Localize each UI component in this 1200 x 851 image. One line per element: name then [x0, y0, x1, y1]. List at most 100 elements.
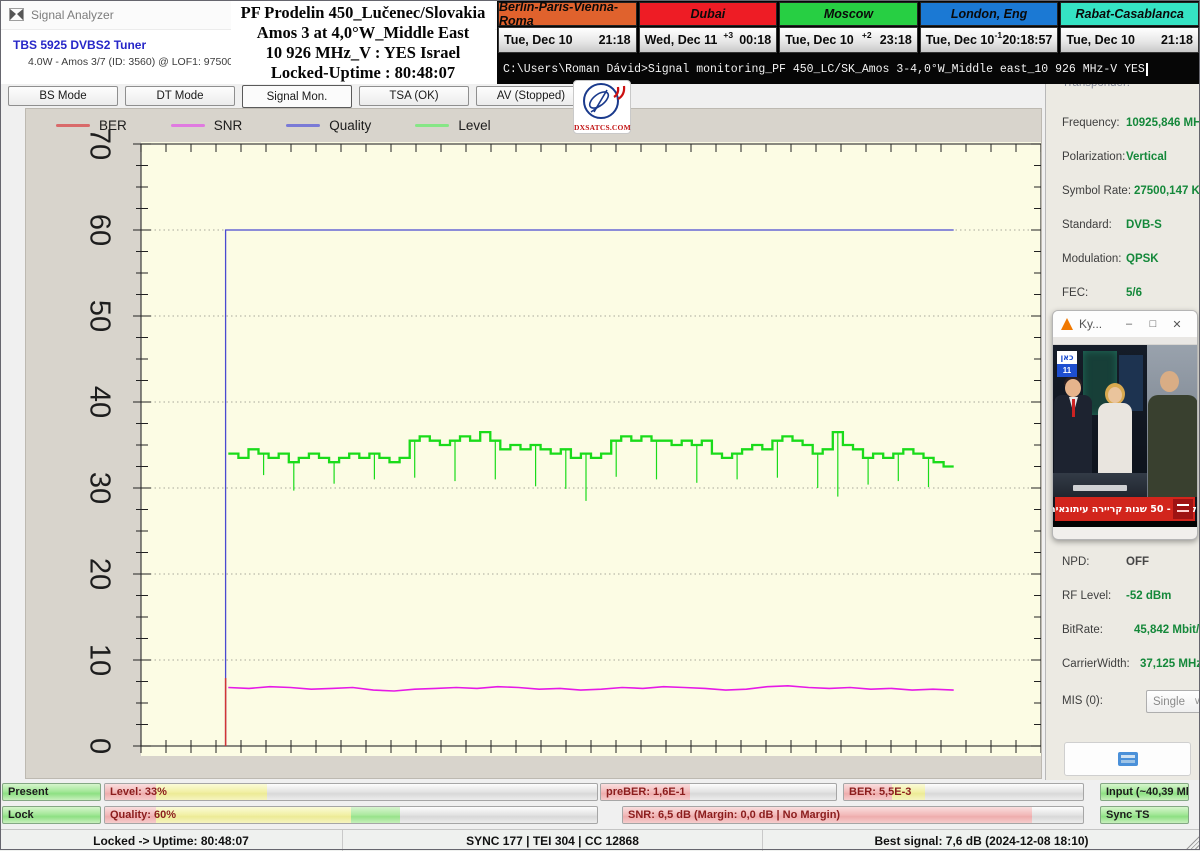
clock-city-label: Berlin-Paris-Vienna-Roma	[498, 2, 637, 26]
ber-line-swatch	[56, 124, 90, 127]
vlc-player-window: Ky... – □ ✕ כאן 11 שלום קישל - 50 שנות ק…	[1052, 310, 1198, 540]
statusbar-uptime: Locked -> Uptime: 80:48:07	[0, 830, 343, 851]
panel-tool-button[interactable]	[1064, 742, 1191, 776]
clock-terminal-bar: Berlin-Paris-Vienna-Roma Tue, Dec 10 21:1…	[497, 0, 1200, 84]
header-line-4: Locked-Uptime : 80:48:07	[231, 63, 495, 83]
fec-label: FEC:	[1062, 287, 1088, 299]
mis-dropdown[interactable]: Single ∨	[1146, 690, 1200, 713]
vlc-title: Ky...	[1079, 317, 1117, 331]
tab-dt-mode[interactable]: DT Mode	[125, 86, 235, 106]
svg-text:20: 20	[83, 558, 115, 590]
channel-logo: כאן	[1057, 351, 1077, 364]
clock-berlin: Berlin-Paris-Vienna-Roma Tue, Dec 10 21:1…	[498, 2, 639, 54]
clock-city-label: Moscow	[779, 2, 918, 26]
caption-strip	[1073, 485, 1127, 491]
meter-label: SNR: 6,5 dB (Margin: 0,0 dB | No Margin)	[628, 809, 840, 821]
vlc-toolbar-gap	[1053, 337, 1197, 345]
svg-text:0: 0	[83, 738, 115, 754]
bitrate-value: 45,842 Mbit/s	[1134, 624, 1200, 636]
tab-tsa[interactable]: TSA (OK)	[359, 86, 469, 106]
signal-chart-panel: BER SNR Quality Level 010203040506070	[25, 108, 1042, 779]
npd-value: OFF	[1126, 556, 1149, 568]
symbolrate-value: 27500,147 KS/s	[1134, 185, 1200, 197]
standard-value: DVB-S	[1126, 219, 1162, 231]
clock-moscow: Moscow Tue, Dec 10+223:18	[779, 2, 920, 54]
clock-city-label: Rabat-Casablanca	[1060, 2, 1199, 26]
vlc-video-area[interactable]: כאן 11 שלום קישל - 50 שנות קריירה עיתונא…	[1053, 345, 1197, 527]
clock-time: 23:18	[880, 33, 912, 47]
modulation-value: QPSK	[1126, 253, 1159, 265]
bitrate-label: BitRate:	[1062, 624, 1103, 636]
news-ticker-banner: שלום קישל - 50 שנות קריירה עיתונאית	[1055, 497, 1195, 521]
freq-label: Frequency:	[1062, 117, 1120, 129]
terminal-text: C:\Users\Roman Dávid>Signal monitoring_P…	[503, 63, 1145, 76]
clock-date: Tue, Dec 10	[504, 33, 573, 47]
clock-rabat: Rabat-Casablanca Tue, Dec 10 21:18	[1060, 2, 1199, 54]
meter-label: Input (~40,39 Mbps)	[1106, 786, 1189, 798]
news-logo-badge	[1173, 499, 1193, 519]
tab-signal-mon[interactable]: Signal Mon.	[242, 85, 352, 108]
tab-av[interactable]: AV (Stopped)	[476, 86, 586, 106]
vlc-titlebar[interactable]: Ky... – □ ✕	[1053, 311, 1197, 337]
header-line-2: Amos 3 at 4,0°W_Middle East	[231, 23, 495, 43]
clock-date: Wed, Dec 11	[645, 33, 718, 47]
mis-selected-value: Single	[1153, 696, 1185, 708]
fec-value: 5/6	[1126, 287, 1142, 299]
symbolrate-label: Symbol Rate:	[1062, 185, 1131, 197]
meter-preber: preBER: 1,6E-1	[600, 783, 837, 801]
meter-snr: SNR: 6,5 dB (Margin: 0,0 dB | No Margin)	[622, 806, 1084, 824]
meter-syncts: Sync TS	[1100, 806, 1189, 824]
meter-quality: Quality: 60%	[104, 806, 598, 824]
app-title: Signal Analyzer	[31, 8, 114, 22]
freq-value: 10925,846 MHz	[1126, 117, 1200, 129]
guest-scene	[1147, 345, 1197, 497]
meter-present: Present	[2, 783, 101, 801]
standard-label: Standard:	[1062, 219, 1112, 231]
svg-text:60: 60	[83, 214, 115, 246]
app-icon	[9, 8, 24, 21]
meter-label: Quality: 60%	[110, 809, 176, 821]
quality-line-swatch	[286, 124, 320, 127]
minimize-button[interactable]: –	[1117, 318, 1141, 330]
clock-dubai: Dubai Wed, Dec 11+300:18	[639, 2, 780, 54]
svg-text:40: 40	[83, 386, 115, 418]
chart-legend: BER SNR Quality Level	[56, 116, 535, 134]
rflevel-label: RF Level:	[1062, 590, 1111, 602]
snr-line-swatch	[171, 124, 205, 127]
clock-utc-offset: +2	[862, 30, 872, 40]
polarization-value: Vertical	[1126, 151, 1167, 163]
mode-tabbar: BS Mode DT Mode Signal Mon. TSA (OK) AV …	[0, 84, 1045, 108]
close-button[interactable]: ✕	[1165, 318, 1189, 331]
clock-time: 00:18	[739, 33, 771, 47]
tab-bs-mode[interactable]: BS Mode	[8, 86, 118, 106]
meter-label: BER: 5,5E-3	[849, 786, 911, 798]
clock-utc-offset: +3	[723, 30, 733, 40]
clock-date: Tue, Dec 10	[1066, 33, 1135, 47]
meter-label: Sync TS	[1106, 809, 1149, 821]
meter-level: Level: 33%	[104, 783, 598, 801]
legend-item-quality: Quality	[286, 118, 371, 133]
clock-city-label: London, Eng	[920, 2, 1059, 26]
signal-chart: 010203040506070	[26, 109, 1041, 778]
monitor-icon	[1118, 752, 1138, 766]
terminal-cursor	[1146, 63, 1148, 76]
channel-logo-number: 11	[1057, 364, 1077, 377]
svg-text:10: 10	[83, 644, 115, 676]
meter-ber: BER: 5,5E-3	[843, 783, 1084, 801]
world-clocks: Berlin-Paris-Vienna-Roma Tue, Dec 10 21:1…	[498, 2, 1199, 54]
header-line-3: 10 926 MHz_V : YES Israel	[231, 43, 495, 63]
meter-label: preBER: 1,6E-1	[606, 786, 685, 798]
maximize-button[interactable]: □	[1141, 318, 1165, 330]
dxsatcs-logo: DXSATCS.COM	[573, 80, 631, 134]
meter-label: Level: 33%	[110, 786, 167, 798]
statusbar: Locked -> Uptime: 80:48:07 SYNC 177 | TE…	[0, 829, 1200, 851]
clock-time: 21:18	[599, 33, 631, 47]
terminal-command-line[interactable]: C:\Users\Roman Dávid>Signal monitoring_P…	[503, 56, 1197, 82]
clock-utc-offset: -1	[995, 30, 1003, 40]
modulation-label: Modulation:	[1062, 253, 1121, 265]
meter-label: Present	[8, 786, 48, 798]
video-letterbox	[1053, 521, 1197, 527]
guest-man	[1148, 395, 1197, 497]
clock-time: 21:18	[1161, 33, 1193, 47]
chevron-down-icon: ∨	[1194, 696, 1200, 707]
